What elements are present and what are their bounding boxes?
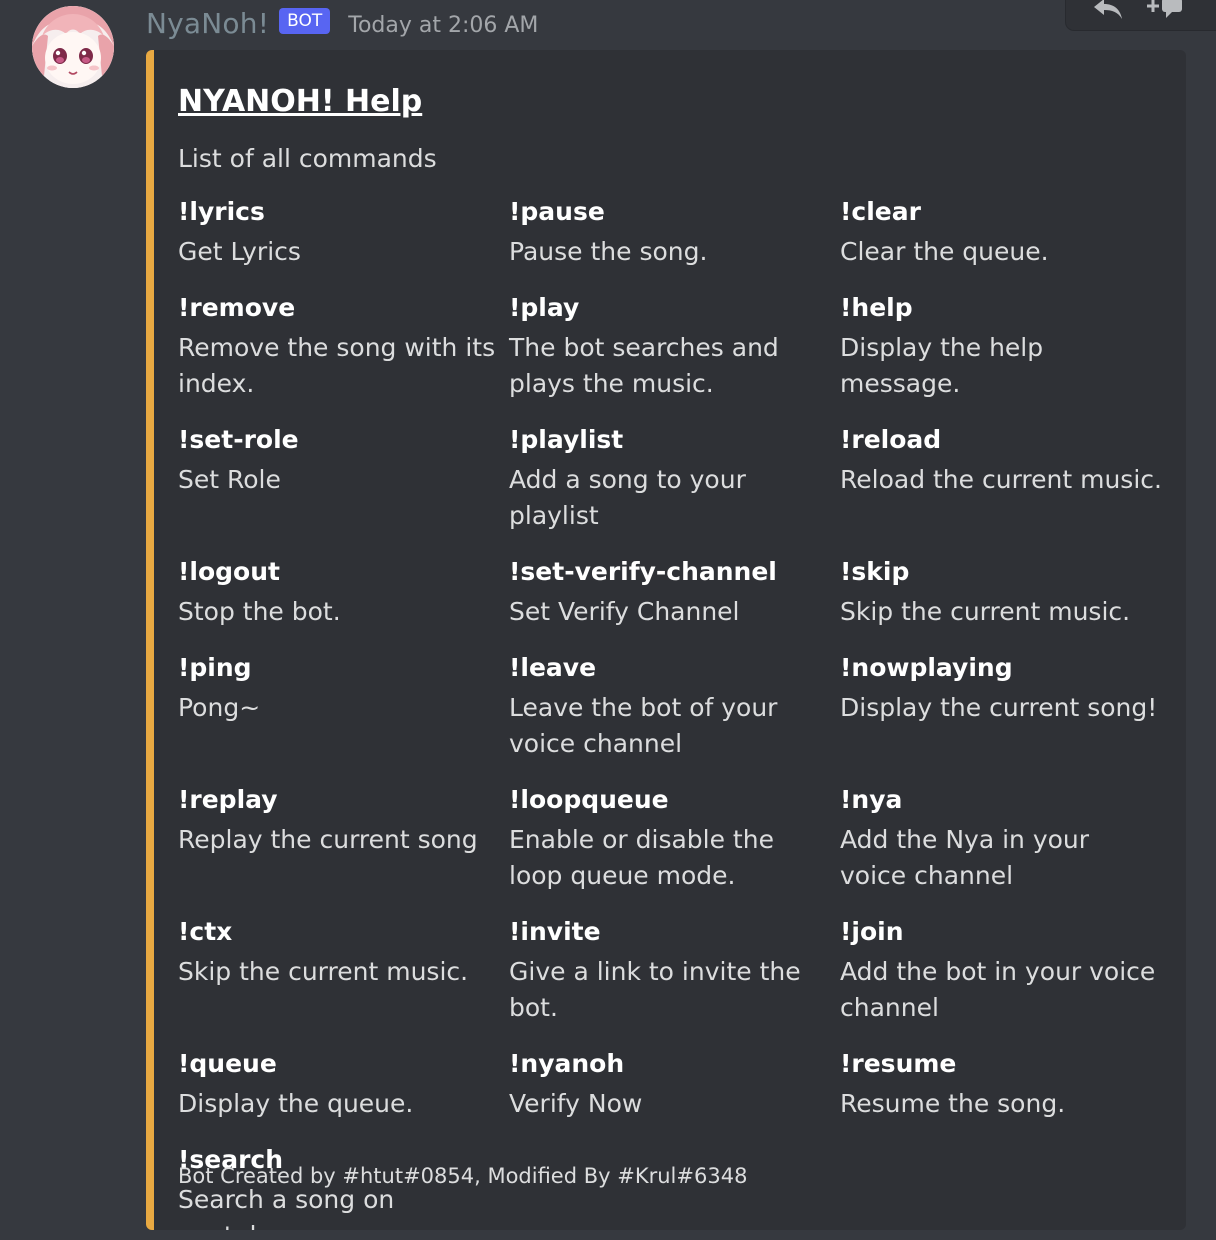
field-value: Verify Now <box>509 1089 643 1118</box>
field-value: Set Verify Channel <box>509 597 740 626</box>
field-value: Add the Nya in your voice channel <box>840 825 1090 890</box>
field-value: The bot searches and plays the music. <box>509 333 779 398</box>
field-value: Add the bot in your voice channel <box>840 957 1156 1022</box>
field-value: Pause the song. <box>509 237 708 266</box>
embed-field: !reload Reload the current music. <box>840 422 1171 534</box>
embed-field: !set-role Set Role <box>178 422 509 534</box>
field-name: !play <box>509 293 580 322</box>
add-reaction-icon <box>1147 0 1182 18</box>
field-value: Reload the current music. <box>840 465 1162 494</box>
embed-field: !ping Pong~ <box>178 650 509 762</box>
embed-field: !clear Clear the queue. <box>840 194 1171 270</box>
field-value: Add a song to your playlist <box>509 465 746 530</box>
field-value: Display the queue. <box>178 1089 414 1118</box>
field-value: Remove the song with its index. <box>178 333 496 398</box>
field-name: !nyanoh <box>509 1049 625 1078</box>
reply-button[interactable] <box>1086 0 1130 22</box>
embed-field: !replay Replay the current song <box>178 782 509 894</box>
field-value: Skip the current music. <box>178 957 469 986</box>
field-value: Display the help message. <box>840 333 1044 398</box>
field-name: !remove <box>178 293 296 322</box>
message-header: NyaNoh! BOT Today at 2:06 AM <box>146 6 538 40</box>
add-reaction-button[interactable] <box>1144 0 1188 22</box>
embed-field: !help Display the help message. <box>840 290 1171 402</box>
embed-field: !join Add the bot in your voice channel <box>840 914 1171 1026</box>
field-value: Pong~ <box>178 693 261 722</box>
field-name: !playlist <box>509 425 624 454</box>
bot-tag: BOT <box>279 8 331 34</box>
reply-icon <box>1094 0 1122 19</box>
field-name: !help <box>840 293 913 322</box>
field-value: Stop the bot. <box>178 597 341 626</box>
field-name: !nya <box>840 785 903 814</box>
message-toolbar <box>1066 0 1216 30</box>
embed-field: !invite Give a link to invite the bot. <box>509 914 840 1026</box>
field-name: !invite <box>509 917 601 946</box>
field-name: !ctx <box>178 917 233 946</box>
field-name: !reload <box>840 425 942 454</box>
field-name: !leave <box>509 653 597 682</box>
embed-field: !play The bot searches and plays the musi… <box>509 290 840 402</box>
field-name: !pause <box>509 197 605 226</box>
field-value: Skip the current music. <box>840 597 1131 626</box>
embed-field: !nya Add the Nya in your voice channel <box>840 782 1171 894</box>
field-value: Replay the current song <box>178 825 478 854</box>
embed-field: !nyanoh Verify Now <box>509 1046 840 1122</box>
embed-field: !loopqueue Enable or disable the loop que… <box>509 782 840 894</box>
field-name: !loopqueue <box>509 785 669 814</box>
field-name: !join <box>840 917 904 946</box>
embed-accent-bar <box>146 50 154 1230</box>
timestamp: Today at 2:06 AM <box>348 12 539 38</box>
field-value: Set Role <box>178 465 281 494</box>
embed-field: !queue Display the queue. <box>178 1046 509 1122</box>
embed-field: !playlist Add a song to your playlist <box>509 422 840 534</box>
field-value: Get Lyrics <box>178 237 301 266</box>
field-name: !ping <box>178 653 252 682</box>
field-value: Clear the queue. <box>840 237 1049 266</box>
embed-field: !skip Skip the current music. <box>840 554 1171 630</box>
field-name: !lyrics <box>178 197 265 226</box>
embed-field: !logout Stop the bot. <box>178 554 509 630</box>
field-name: !resume <box>840 1049 957 1078</box>
embed-fields: !lyrics Get Lyrics !pause Pause the song. !c… <box>178 194 1174 1230</box>
field-value: Leave the bot of your voice channel <box>509 693 778 758</box>
embed-field: !ctx Skip the current music. <box>178 914 509 1026</box>
embed-field: !leave Leave the bot of your voice channe… <box>509 650 840 762</box>
help-embed: NYANOH! Help List of all commands !lyric… <box>146 50 1186 1230</box>
field-value: Search a song on youtube. <box>178 1185 395 1230</box>
embed-field: !lyrics Get Lyrics <box>178 194 509 270</box>
field-value: Display the current song! <box>840 693 1158 722</box>
field-value: Enable or disable the loop queue mode. <box>509 825 774 890</box>
field-name: !set-verify-channel <box>509 557 777 586</box>
field-value: Resume the song. <box>840 1089 1066 1118</box>
embed-field: !set-verify-channel Set Verify Channel <box>509 554 840 630</box>
embed-field: !nowplaying Display the current song! <box>840 650 1171 762</box>
embed-footer: Bot Created by #htut#0854, Modified By #… <box>178 1164 748 1188</box>
field-name: !nowplaying <box>840 653 1013 682</box>
embed-field: !resume Resume the song. <box>840 1046 1171 1122</box>
field-name: !set-role <box>178 425 299 454</box>
field-name: !skip <box>840 557 910 586</box>
anime-girl-avatar[interactable] <box>32 6 114 88</box>
field-value: Give a link to invite the bot. <box>509 957 801 1022</box>
field-name: !queue <box>178 1049 277 1078</box>
embed-title[interactable]: NYANOH! Help <box>178 84 422 119</box>
field-name: !clear <box>840 197 921 226</box>
username[interactable]: NyaNoh! <box>146 7 269 40</box>
embed-description: List of all commands <box>178 144 437 173</box>
embed-field: !pause Pause the song. <box>509 194 840 270</box>
embed-field: !remove Remove the song with its index. <box>178 290 509 402</box>
field-name: !replay <box>178 785 278 814</box>
field-name: !logout <box>178 557 280 586</box>
chat-message: NyaNoh! BOT Today at 2:06 AM NYANOH! Hel… <box>0 0 1216 1240</box>
